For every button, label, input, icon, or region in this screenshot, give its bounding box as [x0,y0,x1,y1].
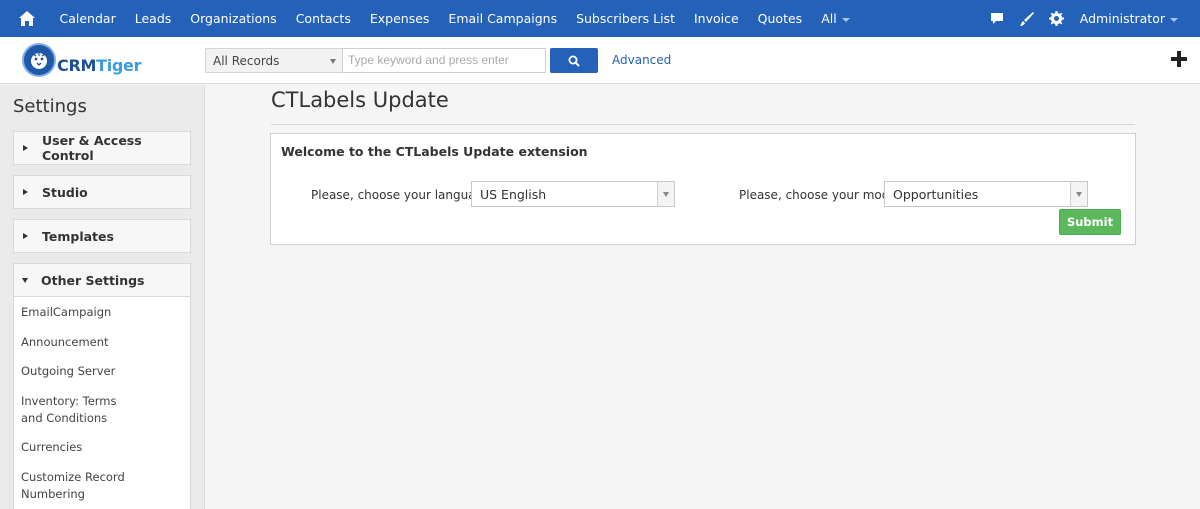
logo-text-crm: CRM [57,55,97,75]
caret-right-icon [23,189,28,195]
plus-icon[interactable] [1171,51,1187,67]
nav-quotes[interactable]: Quotes [748,0,812,37]
brush-icon[interactable] [1012,0,1042,37]
sidebar-menu-other-settings[interactable]: Other Settings [13,263,191,297]
top-navbar: Calendar Leads Organizations Contacts Ex… [0,0,1200,37]
chevron-down-icon [841,17,850,22]
tiger-logo-icon [22,43,56,77]
main-menu: Calendar Leads Organizations Contacts Ex… [50,0,859,37]
advanced-search-link[interactable]: Advanced [612,53,671,67]
module-select-value: Opportunities [893,187,979,202]
dropdown-arrow-icon [657,182,674,206]
language-label: Please, choose your language: [311,188,495,202]
nav-contacts[interactable]: Contacts [286,0,360,37]
search-bar: CRMTiger All Records Type keyword and pr… [0,37,1200,84]
dropdown-arrow-icon [330,59,336,64]
title-divider [271,124,1135,125]
sidebar-item-announcement[interactable]: Announcement [21,334,181,351]
sidebar-menu-templates[interactable]: Templates [13,219,191,253]
user-menu[interactable]: Administrator [1080,11,1178,26]
search-button[interactable] [550,48,598,73]
records-select[interactable]: All Records [205,48,342,73]
nav-organizations[interactable]: Organizations [181,0,286,37]
caret-down-icon [22,277,28,283]
dropdown-arrow-icon [1070,182,1087,206]
nav-subscribers-list[interactable]: Subscribers List [567,0,685,37]
nav-invoice[interactable]: Invoice [684,0,748,37]
logo-text: CRMTiger [57,55,142,75]
nav-expenses[interactable]: Expenses [360,0,439,37]
sidebar-item-outgoing-server[interactable]: Outgoing Server [21,363,181,380]
nav-all-menu[interactable]: All [812,0,860,37]
search-input[interactable]: Type keyword and press enter [342,48,546,73]
sidebar-item-customize-record-numbering[interactable]: Customize Record Numbering [21,469,141,503]
welcome-heading: Welcome to the CTLabels Update extension [281,144,588,159]
records-select-value: All Records [213,54,280,68]
nav-right-tools: Administrator [982,0,1178,37]
nav-leads[interactable]: Leads [125,0,181,37]
sidebar-item-terms-conditions[interactable]: Inventory: Terms and Conditions [21,393,141,427]
ctlabels-panel: Welcome to the CTLabels Update extension… [270,133,1136,245]
sidebar-item-currencies[interactable]: Currencies [21,439,181,456]
crmtiger-logo[interactable]: CRMTiger [22,41,142,79]
nav-email-campaigns[interactable]: Email Campaigns [439,0,567,37]
caret-right-icon [23,233,28,239]
module-select[interactable]: Opportunities [884,181,1088,207]
other-settings-list: EmailCampaign Announcement Outgoing Serv… [13,297,191,509]
page-title: CTLabels Update [271,88,449,112]
module-label: Please, choose your modul: [739,188,905,202]
nav-all-label: All [821,11,837,26]
sidebar-menu-label: User & Access Control [42,133,142,163]
language-select[interactable]: US English [471,181,675,207]
language-select-value: US English [480,187,547,202]
caret-right-icon [23,145,28,151]
sidebar-menu-user-access-control[interactable]: User & Access Control [13,131,191,165]
search-icon [568,55,580,67]
sidebar-menu-label: Templates [42,228,114,244]
user-name: Administrator [1079,11,1165,26]
chat-icon[interactable] [982,0,1012,37]
gear-icon[interactable] [1042,0,1072,37]
sidebar-item-emailcampaign[interactable]: EmailCampaign [21,304,181,321]
nav-calendar[interactable]: Calendar [50,0,125,37]
submit-button[interactable]: Submit [1059,209,1121,235]
sidebar-menu-label: Other Settings [41,272,145,288]
home-icon[interactable] [8,0,46,37]
settings-sidebar: Settings User & Access Control Studio Te… [0,85,205,509]
sidebar-menu-studio[interactable]: Studio [13,175,191,209]
sidebar-menu-label: Studio [42,184,88,200]
sidebar-title: Settings [13,96,87,117]
chevron-down-icon [1170,17,1178,22]
logo-text-tiger: Tiger [96,55,142,75]
